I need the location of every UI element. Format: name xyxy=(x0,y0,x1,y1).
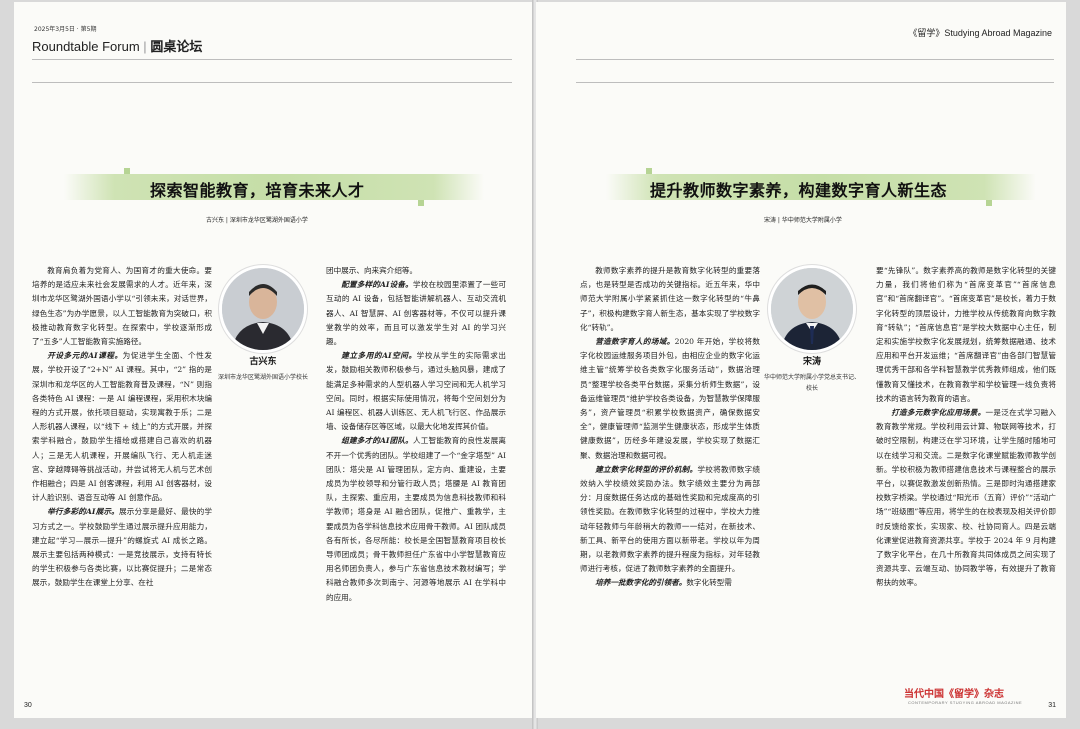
paragraph-text: 数字化转型需 xyxy=(686,578,732,588)
author-role: 深圳市龙华区鹭湖外国语小学校长 xyxy=(217,374,308,381)
paragraph: 打造多元数字化应用场景。一是泛在式学习融入教育教学常规。学校利用云计算、物联网等… xyxy=(876,406,1056,591)
paragraph-text: 人工智能教育的良性发展离不开一个优秀的团队。学校组建了一个“金字塔型” AI 团… xyxy=(326,436,506,602)
paragraph: 开设多元的AI课程。为促进学生全面、个性发展，学校开设了“2+N” AI 课程。… xyxy=(32,349,212,505)
header-rule-lower xyxy=(32,82,512,83)
paragraph-text: 教育肩负着为党育人、为国育才的重大使命。要培养的是适应未来社会发展需求的人才。近… xyxy=(32,266,212,347)
header-rule-right xyxy=(576,59,1054,60)
paragraph-lead: 营造数字育人的场域。 xyxy=(595,337,675,347)
paragraph-lead: 培养一批数字化的引领者。 xyxy=(595,578,687,588)
paragraph-text: 要“先锋队”。数字素养高的教师是数字化转型的关键力量，我们将他们称为“首席变革官… xyxy=(876,266,1056,403)
text-column-4: 要“先锋队”。数字素养高的教师是数字化转型的关键力量，我们将他们称为“首席变革官… xyxy=(876,264,1056,591)
header-rule-right-lower xyxy=(576,82,1054,83)
paragraph-text: 一是泛在式学习融入教育教学常规。学校利用云计算、物联网等技术，打破时空限制，构建… xyxy=(876,408,1057,588)
paragraph: 团中展示、向来宾介绍等。 xyxy=(326,264,506,278)
paragraph-text: 2020 年开始，学校将数字化校园运维服务项目外包，由相应企业的数字化运维主管“… xyxy=(580,337,760,460)
paragraph-lead: 建立数字化转型的评价机制。 xyxy=(595,464,698,474)
paragraph-text: 学校将教师数字绩效纳入学校绩效奖励办法。数字绩效主要分为两部分：月度数据任务达成… xyxy=(580,464,761,574)
paragraph: 举行多彩的AI展示。展示分享是最好、最快的学习方式之一。学校鼓励学生通过展示提升… xyxy=(32,505,212,590)
paragraph: 教育肩负着为党育人、为国育才的重大使命。要培养的是适应未来社会发展需求的人才。近… xyxy=(32,264,212,349)
paragraph-lead: 配置多样的AI设备。 xyxy=(341,280,413,290)
page-number-right: 31 xyxy=(1048,702,1056,709)
author-name: 古兴东 xyxy=(249,357,277,367)
paragraph: 培养一批数字化的引领者。数字化转型需 xyxy=(580,576,760,590)
paragraph-text: 教师数字素养的提升是教育数字化转型的重要落点，也是转型是否成功的关键指标。近五年… xyxy=(580,266,760,332)
paragraph: 建立多用的AI空间。学校从学生的实际需求出发，鼓励相关教师积极参与，通过头脑风暴… xyxy=(326,349,506,434)
section-title-en: Roundtable Forum xyxy=(32,39,140,54)
paragraph-lead: 举行多彩的AI展示。 xyxy=(47,507,119,517)
column-3-paragraphs: 教师数字素养的提升是教育数字化转型的重要落点，也是转型是否成功的关键指标。近五年… xyxy=(580,264,760,591)
magazine-name: 《留学》Studying Abroad Magazine xyxy=(908,28,1052,38)
author-photo xyxy=(219,265,307,353)
column-2-paragraphs: 团中展示、向来宾介绍等。配置多样的AI设备。学校在校园里添置了一些可互动的 AI… xyxy=(326,264,506,605)
author-name-right: 宋涛 xyxy=(802,357,821,367)
article-byline: 古兴东 | 深圳市龙华区鹭湖外国语小学 xyxy=(206,217,308,224)
paragraph-lead: 建立多用的AI空间。 xyxy=(341,351,417,361)
text-column-2: 团中展示、向来宾介绍等。配置多样的AI设备。学校在校园里添置了一些可互动的 AI… xyxy=(326,264,506,605)
section-title-cn: 圆桌论坛 xyxy=(150,40,203,55)
text-column-1: 教育肩负着为党育人、为国育才的重大使命。要培养的是适应未来社会发展需求的人才。近… xyxy=(32,264,212,591)
paragraph-lead: 开设多元的AI课程。 xyxy=(47,351,123,361)
right-page: 《留学》Studying Abroad Magazine 提升教师数字素养，构建… xyxy=(536,2,1066,718)
article-byline-right: 宋涛 | 华中师范大学附属小学 xyxy=(764,217,842,224)
column-1-paragraphs: 教育肩负着为党育人、为国育才的重大使命。要培养的是适应未来社会发展需求的人才。近… xyxy=(32,264,212,591)
text-column-3: 教师数字素养的提升是教育数字化转型的重要落点，也是转型是否成功的关键指标。近五年… xyxy=(580,264,760,591)
paragraph: 配置多样的AI设备。学校在校园里添置了一些可互动的 AI 设备，包括智能讲解机器… xyxy=(326,278,506,349)
issue-date: 2025年3月5日 · 第5期 xyxy=(34,26,97,33)
author-photo-right xyxy=(768,265,856,353)
column-4-paragraphs: 要“先锋队”。数字素养高的教师是数字化转型的关键力量，我们将他们称为“首席变革官… xyxy=(876,264,1056,591)
paragraph: 教师数字素养的提升是教育数字化转型的重要落点，也是转型是否成功的关键指标。近五年… xyxy=(580,264,760,335)
section-title: Roundtable Forum | 圆桌论坛 xyxy=(32,39,203,55)
paragraph: 组建多才的AI团队。人工智能教育的良性发展离不开一个优秀的团队。学校组建了一个“… xyxy=(326,434,506,604)
paragraph: 要“先锋队”。数字素养高的教师是数字化转型的关键力量，我们将他们称为“首席变革官… xyxy=(876,264,1056,406)
footer-logo: 当代中国《留学》杂志 xyxy=(904,689,1004,700)
left-page: 2025年3月5日 · 第5期 Roundtable Forum | 圆桌论坛 … xyxy=(14,2,534,718)
paragraph-text: 学校从学生的实际需求出发，鼓励相关教师积极参与，通过头脑风暴，建成了能满足多种需… xyxy=(326,351,507,432)
article-title: 探索智能教育，培育未来人才 xyxy=(150,181,365,200)
paragraph-text: 学校在校园里添置了一些可互动的 AI 设备，包括智能讲解机器人、互动交流机器人、… xyxy=(326,280,506,347)
page-number-left: 30 xyxy=(24,702,32,709)
article-title-right: 提升教师数字素养，构建数字育人新生态 xyxy=(650,181,948,200)
paragraph-lead: 组建多才的AI团队。 xyxy=(341,436,413,446)
paragraph-lead: 打造多元数字化应用场景。 xyxy=(891,408,986,418)
paragraph-text: 团中展示、向来宾介绍等。 xyxy=(326,266,418,275)
paragraph: 建立数字化转型的评价机制。学校将教师数字绩效纳入学校绩效奖励办法。数字绩效主要分… xyxy=(580,463,760,577)
paragraph: 营造数字育人的场域。2020 年开始，学校将数字化校园运维服务项目外包，由相应企… xyxy=(580,335,760,463)
author-role-right: 华中师范大学附属小学党总支书记、校长 xyxy=(763,374,860,392)
footer-sub: CONTEMPORARY STUDYING ABROAD MAGAZINE xyxy=(908,700,1023,705)
paragraph-text: 展示分享是最好、最快的学习方式之一。学校鼓励学生通过展示提升应用能力，建立起“学… xyxy=(32,507,212,588)
paragraph-text: 为促进学生全面、个性发展，学校开设了“2+N” AI 课程。其中，“2” 指的是… xyxy=(32,351,213,503)
header-rule xyxy=(32,59,512,60)
